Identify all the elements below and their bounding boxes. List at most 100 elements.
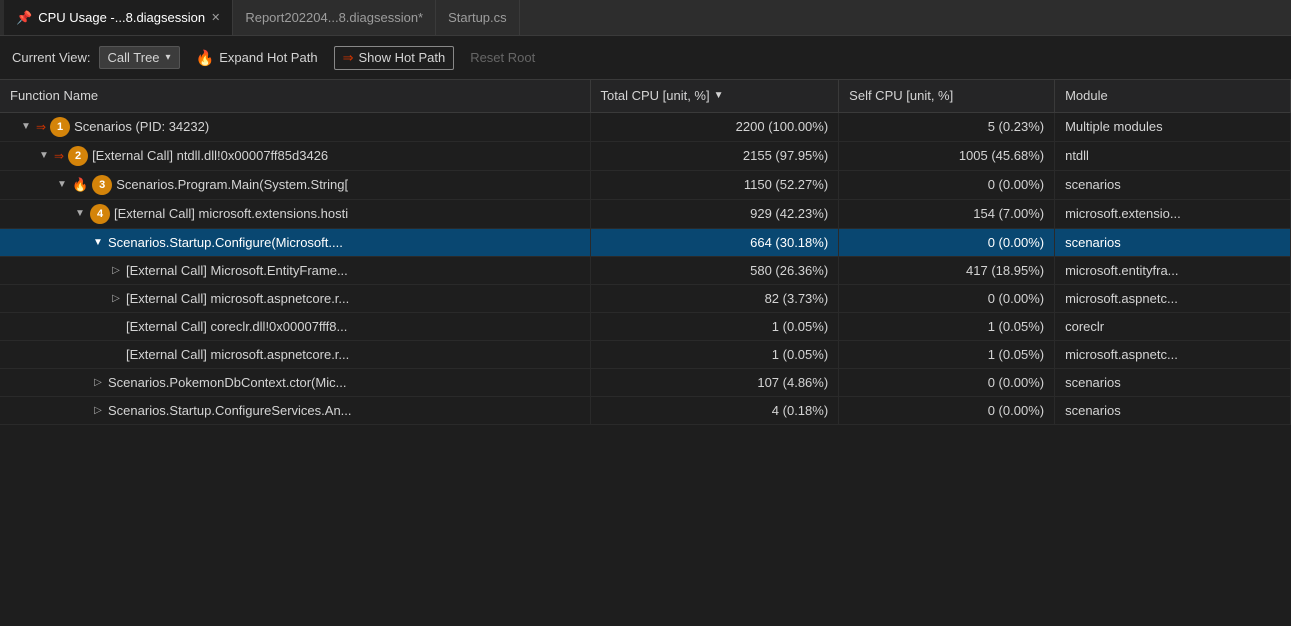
tab-startup[interactable]: Startup.cs bbox=[436, 0, 520, 35]
table-header-row: Function Name Total CPU [unit, %] ▼ Self… bbox=[0, 80, 1291, 112]
expand-arrow-icon[interactable]: ▼ bbox=[92, 237, 104, 248]
hotpath-icon: ⇒ bbox=[343, 50, 354, 66]
hotpath-row-icon: ⇒ bbox=[36, 120, 46, 134]
cell-module: scenarios bbox=[1055, 170, 1291, 199]
table-row[interactable]: ▷ [External Call] Microsoft.EntityFrame..… bbox=[0, 256, 1291, 284]
cell-self-cpu: 0 (0.00%) bbox=[839, 368, 1055, 396]
data-table: Function Name Total CPU [unit, %] ▼ Self… bbox=[0, 80, 1291, 425]
table-row[interactable]: ▷[External Call] microsoft.aspnetcore.r.… bbox=[0, 284, 1291, 312]
expand-arrow-icon[interactable]: ▼ bbox=[56, 179, 68, 190]
cell-module: ntdll bbox=[1055, 141, 1291, 170]
expand-arrow-icon[interactable]: ▼ bbox=[38, 150, 50, 161]
row-badge: 2 bbox=[68, 146, 88, 166]
expand-arrow-icon[interactable]: ▷ bbox=[110, 265, 122, 276]
cell-self-cpu: 0 (0.00%) bbox=[839, 170, 1055, 199]
expand-hot-path-button[interactable]: 🔥 Expand Hot Path bbox=[188, 46, 326, 70]
cell-total-cpu: 2155 (97.95%) bbox=[590, 141, 839, 170]
table-container: Function Name Total CPU [unit, %] ▼ Self… bbox=[0, 80, 1291, 594]
row-badge: 3 bbox=[92, 175, 112, 195]
table-row[interactable]: ▼ 4 [External Call] microsoft.extensions.h… bbox=[0, 199, 1291, 228]
table-row[interactable]: ▼🔥3Scenarios.Program.Main(System.String[… bbox=[0, 170, 1291, 199]
cell-total-cpu: 4 (0.18%) bbox=[590, 396, 839, 424]
cell-function-name: ▷ Scenarios.PokemonDbContext.ctor(Mic... bbox=[10, 375, 580, 390]
pin-icon: 📌 bbox=[16, 10, 32, 26]
reset-root-button[interactable]: Reset Root bbox=[462, 47, 543, 68]
col-total-cpu[interactable]: Total CPU [unit, %] ▼ bbox=[590, 80, 839, 112]
row-badge: 1 bbox=[50, 117, 70, 137]
cell-total-cpu: 2200 (100.00%) bbox=[590, 112, 839, 141]
cell-module: coreclr bbox=[1055, 312, 1291, 340]
reset-root-label: Reset Root bbox=[470, 50, 535, 65]
tab-cpu-diag[interactable]: 📌 CPU Usage -...8.diagsession ✕ bbox=[4, 0, 233, 35]
col-total-cpu-label: Total CPU [unit, %] bbox=[601, 88, 710, 103]
row-badge: 4 bbox=[90, 204, 110, 224]
tab-label: Report202204...8.diagsession* bbox=[245, 10, 423, 25]
col-function-name-label: Function Name bbox=[10, 88, 98, 103]
cell-total-cpu: 580 (26.36%) bbox=[590, 256, 839, 284]
expand-arrow-icon[interactable]: ▷ bbox=[92, 377, 104, 388]
cell-function-name: ▷ Scenarios.Startup.ConfigureServices.An.… bbox=[10, 403, 580, 418]
cell-module: scenarios bbox=[1055, 396, 1291, 424]
cell-function-name: ▼🔥3Scenarios.Program.Main(System.String[ bbox=[10, 175, 580, 195]
table-row[interactable]: ▷ Scenarios.PokemonDbContext.ctor(Mic... 1… bbox=[0, 368, 1291, 396]
cell-module: microsoft.entityfra... bbox=[1055, 256, 1291, 284]
cell-total-cpu: 1 (0.05%) bbox=[590, 312, 839, 340]
cell-self-cpu: 0 (0.00%) bbox=[839, 228, 1055, 256]
row-function-name: [External Call] coreclr.dll!0x00007fff8.… bbox=[126, 319, 347, 334]
cell-module: scenarios bbox=[1055, 368, 1291, 396]
row-function-name: Scenarios.PokemonDbContext.ctor(Mic... bbox=[108, 375, 346, 390]
cell-function-name: ▼⇒2[External Call] ntdll.dll!0x00007ff85… bbox=[10, 146, 580, 166]
cell-module: scenarios bbox=[1055, 228, 1291, 256]
cell-function-name: ▷[External Call] microsoft.aspnetcore.r.… bbox=[10, 291, 580, 306]
tab-close-icon[interactable]: ✕ bbox=[211, 11, 220, 24]
expand-hot-path-label: Expand Hot Path bbox=[219, 50, 317, 65]
cell-module: microsoft.aspnetc... bbox=[1055, 340, 1291, 368]
view-select-value: Call Tree bbox=[108, 50, 160, 65]
row-function-name: [External Call] ntdll.dll!0x00007ff85d34… bbox=[92, 148, 328, 163]
cell-self-cpu: 5 (0.23%) bbox=[839, 112, 1055, 141]
expand-arrow-icon[interactable]: ▷ bbox=[92, 405, 104, 416]
row-function-name: [External Call] microsoft.extensions.hos… bbox=[114, 206, 348, 221]
cell-total-cpu: 1 (0.05%) bbox=[590, 340, 839, 368]
chevron-down-icon: ▾ bbox=[166, 52, 171, 63]
table-row[interactable]: [External Call] coreclr.dll!0x00007fff8.… bbox=[0, 312, 1291, 340]
toolbar: Current View: Call Tree ▾ 🔥 Expand Hot P… bbox=[0, 36, 1291, 80]
cell-self-cpu: 154 (7.00%) bbox=[839, 199, 1055, 228]
cell-function-name: [External Call] microsoft.aspnetcore.r..… bbox=[10, 347, 580, 362]
show-hot-path-label: Show Hot Path bbox=[358, 50, 445, 65]
tab-label: CPU Usage -...8.diagsession bbox=[38, 10, 205, 25]
show-hot-path-button[interactable]: ⇒ Show Hot Path bbox=[334, 46, 455, 70]
current-view-label: Current View: bbox=[12, 50, 91, 65]
cell-total-cpu: 107 (4.86%) bbox=[590, 368, 839, 396]
col-self-cpu-label: Self CPU [unit, %] bbox=[849, 88, 953, 103]
cell-total-cpu: 929 (42.23%) bbox=[590, 199, 839, 228]
cell-function-name: ▼Scenarios.Startup.Configure(Microsoft..… bbox=[10, 235, 580, 250]
row-function-name: [External Call] Microsoft.EntityFrame... bbox=[126, 263, 348, 278]
table-row[interactable]: ▼Scenarios.Startup.Configure(Microsoft..… bbox=[0, 228, 1291, 256]
table-row[interactable]: ▼ ⇒ 1 Scenarios (PID: 34232) 2200 (100.00%)5… bbox=[0, 112, 1291, 141]
cell-module: microsoft.extensio... bbox=[1055, 199, 1291, 228]
expand-arrow-icon[interactable]: ▷ bbox=[110, 293, 122, 304]
row-function-name: Scenarios (PID: 34232) bbox=[74, 119, 209, 134]
cell-self-cpu: 1 (0.05%) bbox=[839, 312, 1055, 340]
table-row[interactable]: [External Call] microsoft.aspnetcore.r..… bbox=[0, 340, 1291, 368]
fire-row-icon: 🔥 bbox=[72, 177, 88, 193]
col-function-name[interactable]: Function Name bbox=[0, 80, 590, 112]
expand-arrow-icon[interactable]: ▼ bbox=[20, 121, 32, 132]
cell-module: microsoft.aspnetc... bbox=[1055, 284, 1291, 312]
view-select[interactable]: Call Tree ▾ bbox=[99, 46, 180, 69]
expand-arrow-icon[interactable]: ▼ bbox=[74, 208, 86, 219]
cell-function-name: ▷ [External Call] Microsoft.EntityFrame..… bbox=[10, 263, 580, 278]
col-self-cpu[interactable]: Self CPU [unit, %] bbox=[839, 80, 1055, 112]
table-row[interactable]: ▼⇒2[External Call] ntdll.dll!0x00007ff85… bbox=[0, 141, 1291, 170]
table-row[interactable]: ▷ Scenarios.Startup.ConfigureServices.An.… bbox=[0, 396, 1291, 424]
cell-function-name: ▼ ⇒ 1 Scenarios (PID: 34232) bbox=[10, 117, 580, 137]
col-module-label: Module bbox=[1065, 88, 1108, 103]
cell-self-cpu: 417 (18.95%) bbox=[839, 256, 1055, 284]
col-module[interactable]: Module bbox=[1055, 80, 1291, 112]
row-function-name: [External Call] microsoft.aspnetcore.r..… bbox=[126, 347, 349, 362]
cell-self-cpu: 0 (0.00%) bbox=[839, 396, 1055, 424]
cell-self-cpu: 1005 (45.68%) bbox=[839, 141, 1055, 170]
tab-report[interactable]: Report202204...8.diagsession* bbox=[233, 0, 436, 35]
row-function-name: Scenarios.Startup.ConfigureServices.An..… bbox=[108, 403, 352, 418]
